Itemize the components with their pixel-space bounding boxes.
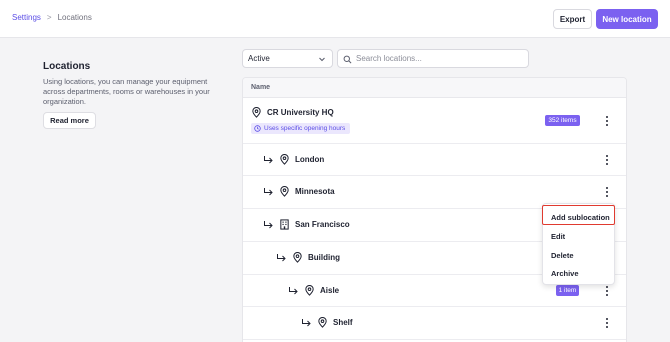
- map-pin-icon: [280, 154, 289, 165]
- top-bar: Settings > Locations Export New location: [0, 0, 670, 38]
- sublocation-arrow-icon: [264, 187, 273, 195]
- map-pin-icon: [305, 285, 314, 296]
- table-row[interactable]: Shelf: [243, 307, 626, 340]
- sublocation-arrow-icon: [289, 286, 298, 294]
- location-name[interactable]: CR University HQ: [267, 108, 334, 117]
- location-name[interactable]: Aisle: [320, 286, 339, 295]
- location-name[interactable]: Minnesota: [295, 187, 335, 196]
- sublocation-arrow-icon: [264, 155, 273, 163]
- map-pin-icon: [293, 252, 302, 263]
- table-row[interactable]: CR University HQ Uses specific opening h…: [243, 99, 626, 144]
- row-actions-kebab-icon[interactable]: [602, 115, 612, 127]
- highlight-box: [542, 205, 615, 225]
- export-button[interactable]: Export: [553, 9, 592, 29]
- sublocation-arrow-icon: [302, 318, 311, 326]
- map-pin-icon: [252, 107, 261, 118]
- section-description: Using locations, you can manage your equ…: [43, 77, 210, 106]
- row-actions-kebab-icon[interactable]: [602, 154, 612, 166]
- chevron-down-icon: [319, 57, 325, 62]
- map-pin-icon: [318, 317, 327, 328]
- section-title: Locations: [43, 61, 91, 72]
- menu-item-edit[interactable]: Edit: [551, 232, 565, 241]
- opening-hours-tag-label: Uses specific opening hours: [264, 125, 346, 132]
- clock-icon: [254, 125, 261, 132]
- read-more-button[interactable]: Read more: [43, 112, 96, 129]
- column-header-name: Name: [243, 78, 626, 98]
- row-actions-kebab-icon[interactable]: [602, 317, 612, 329]
- status-select[interactable]: Active: [242, 49, 333, 68]
- location-name[interactable]: London: [295, 155, 324, 164]
- location-name[interactable]: Shelf: [333, 318, 353, 327]
- search-box[interactable]: [337, 49, 529, 68]
- item-count-badge: 1 item: [556, 285, 579, 296]
- search-icon: [343, 55, 352, 63]
- map-pin-icon: [280, 186, 289, 197]
- building-icon: [280, 219, 289, 230]
- location-name[interactable]: San Francisco: [295, 220, 350, 229]
- location-name[interactable]: Building: [308, 253, 340, 262]
- breadcrumb: Settings > Locations: [12, 13, 92, 22]
- sublocation-arrow-icon: [277, 253, 286, 261]
- status-select-value: Active: [248, 54, 270, 63]
- menu-item-delete[interactable]: Delete: [551, 251, 574, 260]
- opening-hours-tag: Uses specific opening hours: [251, 123, 351, 134]
- sublocation-arrow-icon: [264, 220, 273, 228]
- search-input[interactable]: [356, 54, 516, 63]
- breadcrumb-separator-icon: >: [46, 13, 52, 22]
- new-location-button[interactable]: New location: [596, 9, 658, 29]
- row-actions-kebab-icon[interactable]: [602, 186, 612, 198]
- table-row[interactable]: London: [243, 144, 626, 176]
- breadcrumb-settings-link[interactable]: Settings: [12, 13, 41, 22]
- menu-item-archive[interactable]: Archive: [551, 269, 579, 278]
- breadcrumb-current: Locations: [57, 13, 92, 22]
- row-actions-kebab-icon[interactable]: [602, 285, 612, 297]
- item-count-badge: 352 items: [545, 115, 580, 126]
